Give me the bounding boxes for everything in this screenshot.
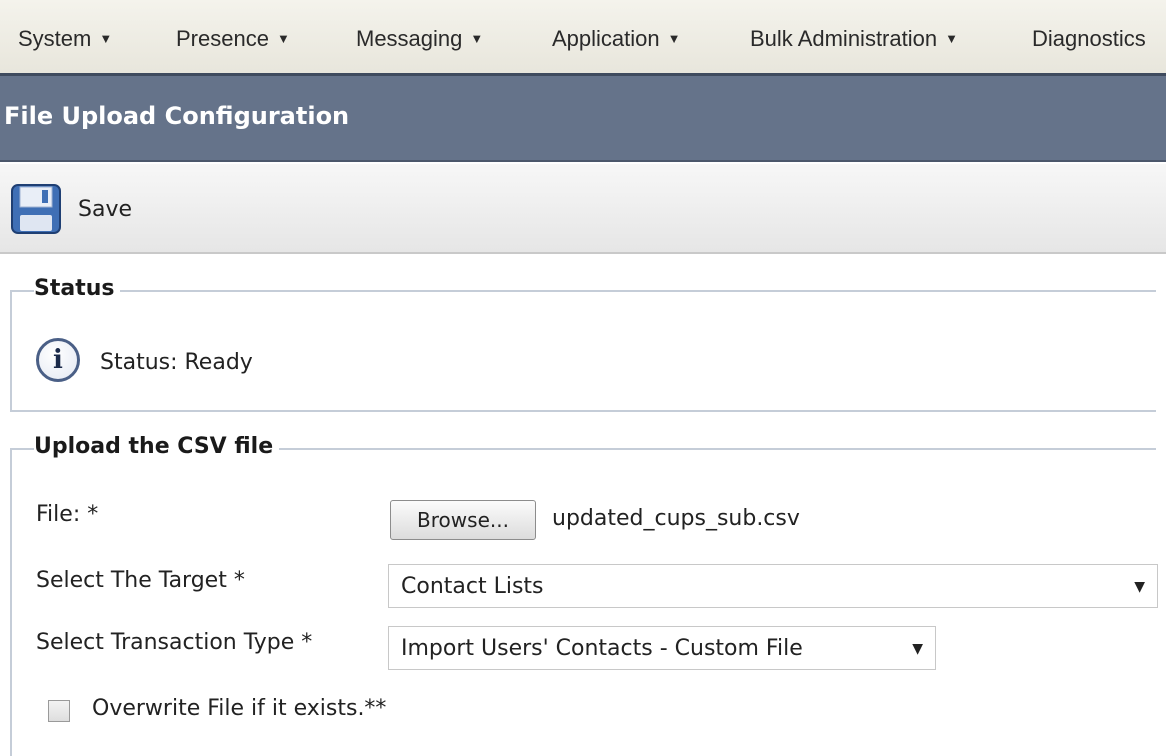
menu-application[interactable]: Application ▼: [552, 26, 681, 52]
chevron-down-icon: ▼: [1134, 579, 1145, 595]
menu-application-label: Application: [552, 26, 660, 51]
menu-bulk-administration-label: Bulk Administration: [750, 26, 938, 51]
floppy-disk-icon: [11, 184, 61, 234]
page-title: File Upload Configuration: [4, 102, 350, 130]
file-label: File: *: [36, 502, 99, 527]
save-button[interactable]: Save: [10, 182, 132, 236]
caret-down-icon: ▼: [945, 31, 958, 46]
caret-down-icon: ▼: [99, 31, 113, 46]
overwrite-label: Overwrite File if it exists.**: [92, 696, 387, 721]
menu-diagnostics-label: Diagnostics: [1032, 26, 1146, 51]
menu-system-label: System: [18, 26, 92, 51]
transaction-type-label: Select Transaction Type *: [36, 630, 313, 655]
caret-down-icon: ▼: [470, 31, 484, 46]
top-menu-bar: System ▼ Presence ▼ Messaging ▼ Application…: [0, 0, 1166, 76]
menu-messaging-label: Messaging: [356, 26, 463, 51]
transaction-type-value: Import Users' Contacts - Custom File: [401, 636, 803, 661]
transaction-type-select[interactable]: Import Users' Contacts - Custom File ▼: [388, 626, 936, 670]
menu-presence[interactable]: Presence ▼: [176, 26, 290, 52]
browse-button[interactable]: Browse...: [390, 500, 536, 540]
upload-csv-section: Upload the CSV file File: * Browse... up…: [10, 434, 1158, 756]
status-text: Status: Ready: [100, 350, 253, 375]
caret-down-icon: ▼: [667, 31, 681, 46]
save-label: Save: [78, 196, 133, 222]
menu-presence-label: Presence: [176, 26, 269, 51]
upload-legend: Upload the CSV file: [34, 434, 280, 459]
target-select[interactable]: Contact Lists ▼: [388, 564, 1158, 608]
menu-messaging[interactable]: Messaging ▼: [356, 26, 483, 52]
overwrite-checkbox[interactable]: [48, 700, 70, 722]
status-legend: Status: [34, 276, 121, 301]
chevron-down-icon: ▼: [912, 641, 923, 657]
status-section: Status i Status: Ready: [10, 276, 1156, 412]
page-title-bar: File Upload Configuration: [0, 76, 1166, 162]
caret-down-icon: ▼: [276, 31, 290, 46]
target-label: Select The Target *: [36, 568, 245, 593]
menu-diagnostics[interactable]: Diagnostics: [1032, 26, 1146, 52]
selected-file-name: updated_cups_sub.csv: [552, 506, 800, 531]
menu-bulk-administration[interactable]: Bulk Administration ▼: [750, 26, 958, 52]
toolbar: Save: [0, 164, 1166, 254]
info-icon: i: [36, 338, 80, 382]
target-select-value: Contact Lists: [401, 574, 544, 599]
menu-system[interactable]: System ▼: [18, 26, 112, 52]
